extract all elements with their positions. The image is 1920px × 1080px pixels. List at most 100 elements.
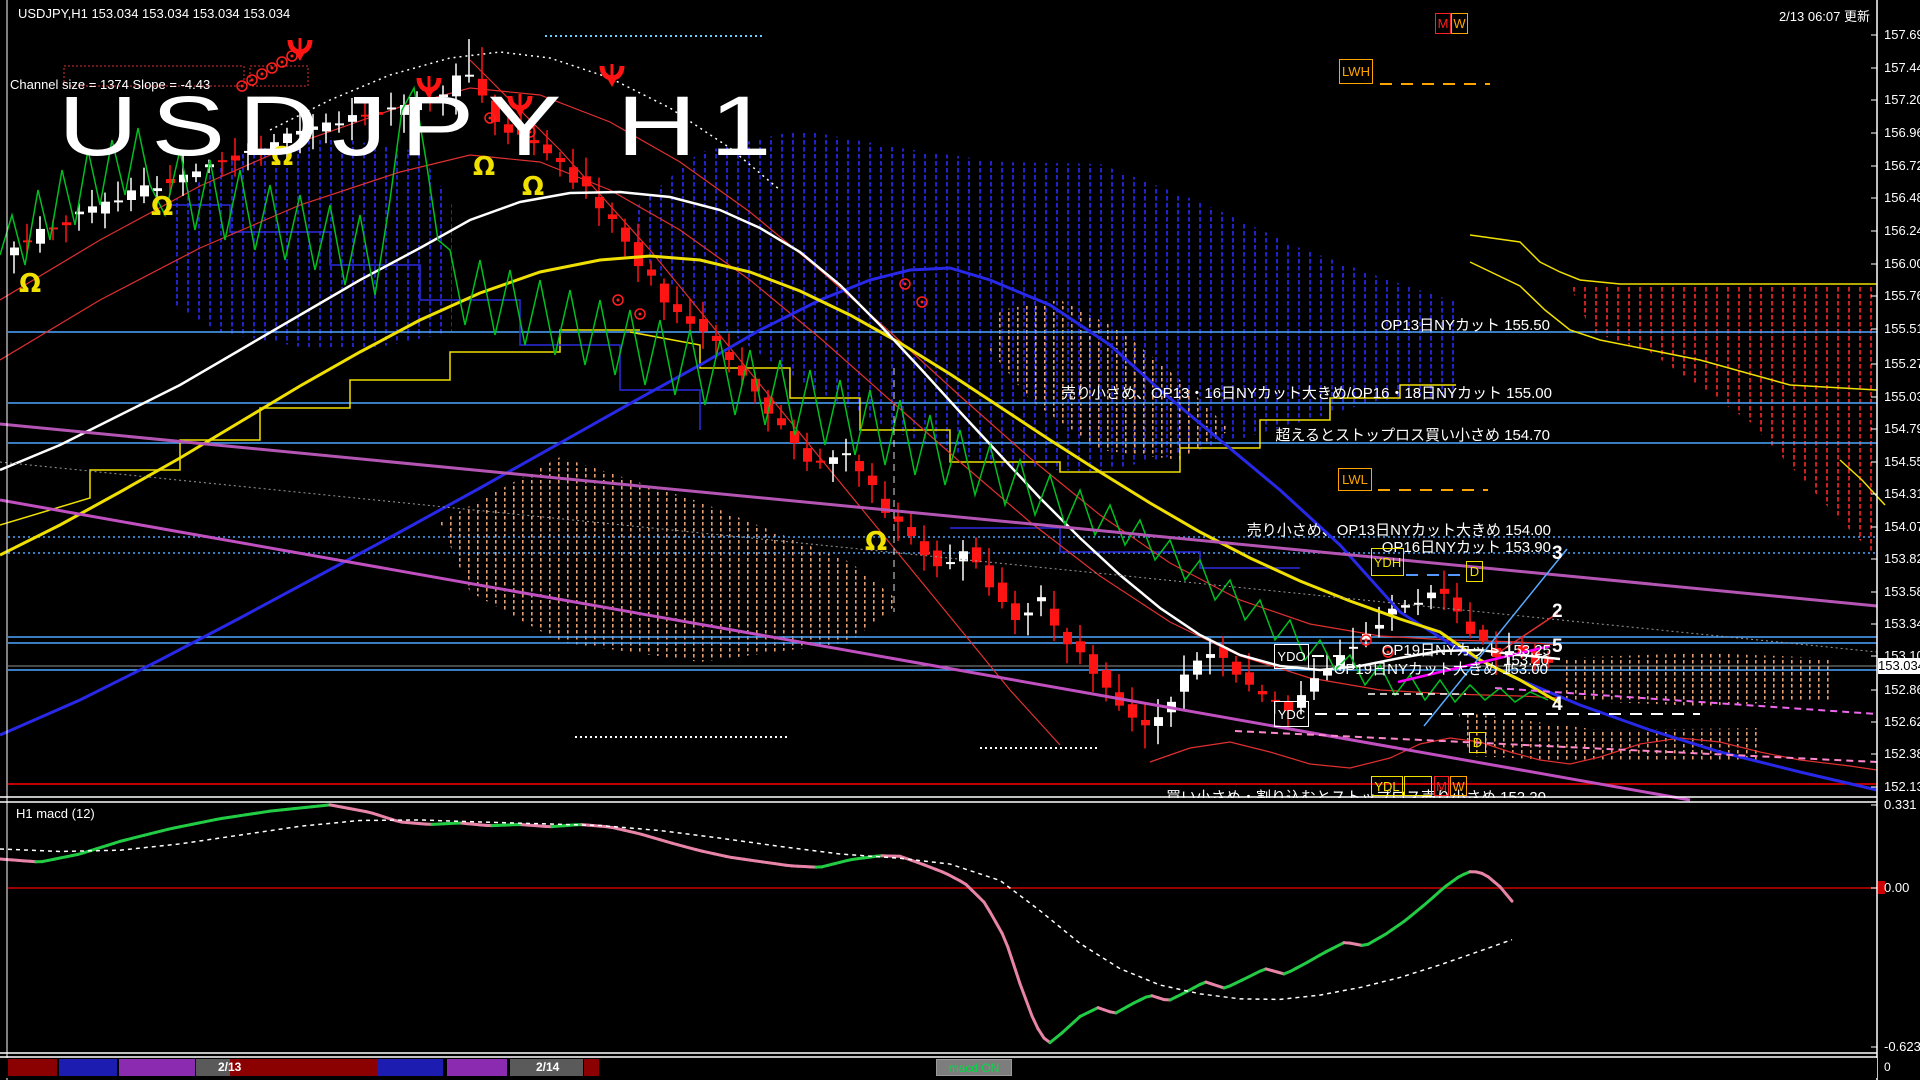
bull-candle [1193,652,1202,679]
bull-candle [1167,697,1176,727]
bear-candle [374,101,383,120]
bear-candle [1063,628,1072,663]
bull-candle [10,241,19,273]
bear-candle [868,463,877,503]
timeline-segment[interactable] [59,1059,117,1076]
bear-candle [894,503,903,541]
macd-line-segment [1020,984,1026,1000]
timeline-segment[interactable] [447,1059,507,1076]
bull-candle [946,544,955,569]
bull-candle [387,93,396,126]
bull-candle [114,182,123,212]
bull-candle [1401,600,1410,613]
timeline-bar[interactable]: 2/13 2/14 macd ON [0,1058,1877,1078]
axis-tick-label: 157.205 [1884,92,1920,107]
cloud-region [1560,653,1830,706]
bear-candle [62,215,71,242]
macd-line-segment [1026,1000,1032,1016]
axis-tick-label: 0.00 [1884,880,1909,895]
alert-circle-icon [267,63,277,73]
bull-candle [1414,589,1423,615]
timeline-segment[interactable] [119,1059,195,1076]
sell-arrow-icon [602,64,622,87]
axis-tick-label: 157.445 [1884,60,1920,75]
bear-candle [1440,571,1449,611]
omega-marker-icon: Ω [151,192,173,222]
bear-candle [1466,602,1475,638]
axis-tick-label: 0.331 [1884,797,1917,812]
bear-candle [907,512,916,544]
price-axis[interactable]: 157.690157.445157.205156.965156.725156.4… [1877,0,1920,1080]
bear-candle [855,455,864,487]
macd-on-button[interactable]: macd ON [936,1059,1012,1076]
macd-indicator [0,805,1885,1043]
bear-candle [998,567,1007,608]
omega-marker-icon: Ω [271,142,293,172]
timeline-segment[interactable] [584,1059,599,1076]
bear-candle [361,98,370,125]
alert-circle-icon [1383,647,1393,657]
bear-candle [1128,687,1137,731]
bear-candle [1284,695,1293,728]
bear-candle [504,110,513,144]
bear-candle [1050,591,1059,641]
macd-pane-label: H1 macd (12) [16,806,95,821]
timeline-date-label: 2/13 [218,1060,241,1074]
omega-marker-icon: Ω [522,172,544,202]
bull-candle [88,190,97,223]
bull-candle [452,63,461,114]
axis-tick-label: 155.760 [1884,288,1920,303]
axis-tick-label: 154.310 [1884,486,1920,501]
bear-candle [569,149,578,189]
timeline-segment[interactable] [230,1059,377,1076]
channel-lower [0,500,1690,800]
axis-tick-label: 155.275 [1884,356,1920,371]
axis-tick-label: 156.965 [1884,125,1920,140]
alert-circle-icon [257,69,267,79]
bear-candle [1115,674,1124,711]
macd-line-segment [984,902,990,912]
bear-candle [1089,645,1098,692]
timeline-segment[interactable] [377,1059,443,1076]
chart-canvas[interactable]: ΩΩΩΩΩΩ [0,0,1920,1080]
axis-tick-label: 154.550 [1884,454,1920,469]
bull-candle [1180,655,1189,711]
bear-candle [1271,691,1280,714]
bull-candle [1037,585,1046,616]
axis-tick-label: 154.070 [1884,519,1920,534]
axis-tick-label: 156.240 [1884,223,1920,238]
bear-candle [972,537,981,568]
timeline-segment[interactable] [8,1059,57,1076]
axis-tick-label: 152.620 [1884,714,1920,729]
bear-candle [985,548,994,596]
axis-tick-label: 155.035 [1884,389,1920,404]
macd-line-segment [1038,1029,1044,1038]
ichimoku-clouds [64,66,1877,762]
trading-terminal-screen: ΩΩΩΩΩΩ USDJPY,H1 153.034 153.034 153.034… [0,0,1920,1080]
cloud-region [1570,286,1877,558]
axis-tick-label: 153.585 [1884,584,1920,599]
bear-candle [1232,656,1241,683]
bull-candle [1024,603,1033,635]
macd-line-segment [990,912,996,923]
axis-tick-label: 153.825 [1884,551,1920,566]
timeline-date-label: 2/14 [536,1060,559,1074]
axis-tick-label: 152.380 [1884,746,1920,761]
dotted-alert-box [250,66,308,86]
macd-line-segment [1506,894,1512,901]
bull-candle [348,98,357,140]
bull-candle [1323,654,1332,681]
bull-candle [36,216,45,252]
timeline-zero-label: 0 [1884,1060,1891,1074]
bull-candle [1310,658,1319,700]
omega-marker-icon: Ω [473,152,495,182]
bear-candle [1258,685,1267,702]
bull-candle [179,155,188,195]
axis-tick-label: 156.725 [1884,158,1920,173]
axis-tick-label: 155.515 [1884,321,1920,336]
bear-candle [1141,704,1150,748]
bull-candle [101,193,110,229]
macd-line-segment [1002,933,1008,947]
axis-tick-label: 154.790 [1884,421,1920,436]
bear-candle [1479,625,1488,645]
